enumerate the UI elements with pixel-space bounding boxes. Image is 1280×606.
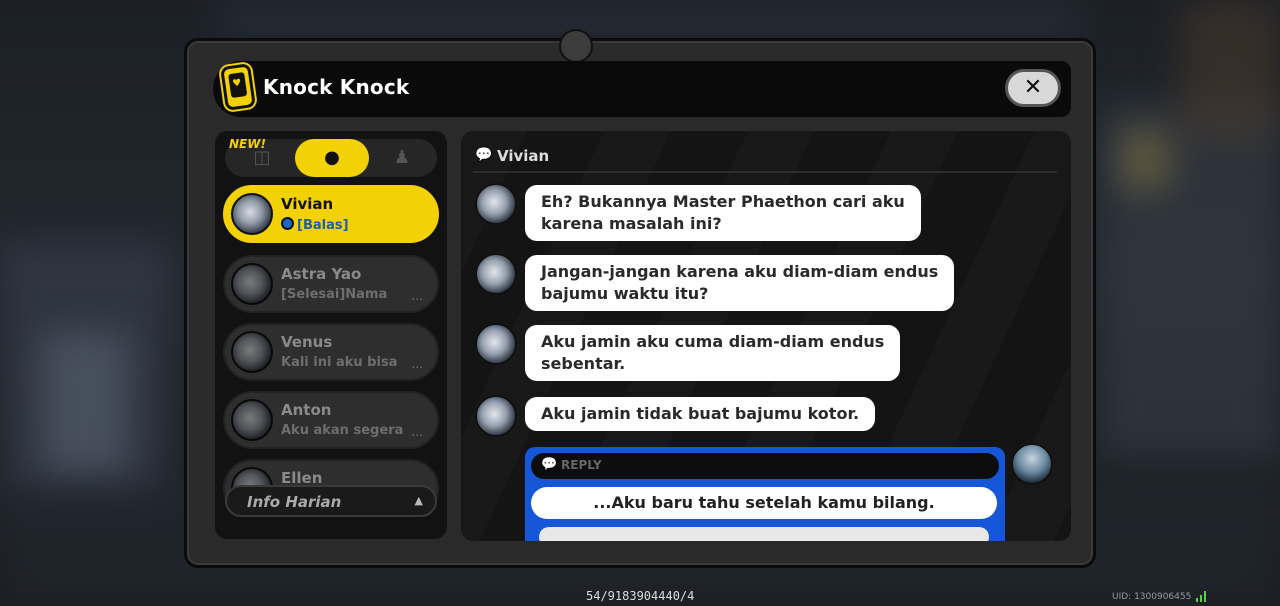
avatar (475, 183, 517, 225)
knock-knock-window: ♥ Knock Knock ✕ NEW! ◫ ● ♟ Vivian [Balas… (184, 29, 1096, 568)
tab-group[interactable]: ♟ (367, 139, 437, 177)
chat-contact-name: Vivian (497, 147, 550, 165)
ellipsis: ... (411, 289, 423, 303)
avatar (475, 323, 517, 365)
daily-info-label: Info Harian (247, 493, 342, 511)
reply-option[interactable]: ...Aku baru tahu setelah kamu bilang. (531, 487, 997, 519)
contact-name: Anton (281, 401, 332, 419)
avatar (231, 193, 273, 235)
player-avatar (1011, 443, 1053, 485)
contact-preview: [Balas] (281, 217, 427, 233)
phone-icon: ♥ (220, 63, 256, 111)
contact-item-anton[interactable]: Anton Aku akan segera ... (223, 391, 439, 449)
contact-panel: NEW! ◫ ● ♟ Vivian [Balas] Astra Yao [Sel… (215, 131, 447, 539)
avatar (475, 395, 517, 437)
ellipsis: ... (411, 357, 423, 371)
avatar (231, 399, 273, 441)
tab-individual[interactable]: ● (295, 139, 369, 177)
avatar (475, 253, 517, 295)
x-icon: ✕ (1023, 75, 1043, 100)
message-bubble: Aku jamin aku cuma diam-diam endus sebent… (525, 325, 901, 381)
daily-info-button[interactable]: Info Harian ▲ (225, 485, 437, 517)
speech-bubble-icon: 💬 (475, 147, 493, 163)
reply-label: REPLY (561, 458, 602, 472)
title-bar: ♥ Knock Knock ✕ (213, 61, 1071, 117)
session-code: 54/9183904440/4 (586, 589, 695, 603)
close-button[interactable]: ✕ (1005, 69, 1061, 107)
reply-option-partial[interactable] (539, 527, 989, 541)
contact-preview: Kali ini aku bisa (281, 355, 398, 370)
new-badge: NEW! (229, 137, 266, 151)
uid-label: UID: 1300906455 (1112, 592, 1192, 602)
contact-preview: Aku akan segera (281, 423, 404, 438)
triangle-up-icon: ▲ (414, 494, 423, 507)
message-bubble: Eh? Bukannya Master Phaethon cari aku kar… (525, 185, 921, 241)
chat-panel: 💬 Vivian Eh? Bukannya Master Phaethon ca… (461, 131, 1071, 541)
ellipsis: ... (411, 425, 423, 439)
group-icon: ♟ (393, 147, 411, 168)
window-knob (559, 29, 593, 63)
contact-item-vivian[interactable]: Vivian [Balas] (223, 185, 439, 243)
contact-name: Vivian (281, 195, 334, 213)
message-bubble: Jangan-jangan karena aku diam-diam endus… (525, 255, 955, 311)
speech-bubble-icon: 💬 (541, 457, 558, 472)
chat-header: 💬 Vivian (473, 145, 1057, 173)
contact-tabs: NEW! ◫ ● ♟ (225, 137, 437, 177)
message-bubble: Aku jamin tidak buat bajumu kotor. (525, 397, 876, 431)
person-icon: ● (324, 147, 340, 168)
reply-header: 💬 REPLY (531, 453, 999, 479)
avatar (231, 263, 273, 305)
window-title: Knock Knock (263, 75, 410, 99)
signal-icon (1196, 591, 1210, 602)
reply-card: 💬 REPLY ...Aku baru tahu setelah kamu bi… (525, 447, 1005, 541)
contact-item-astra-yao[interactable]: Astra Yao [Selesai]Nama ... (223, 255, 439, 313)
contact-item-venus[interactable]: Venus Kali ini aku bisa ... (223, 323, 439, 381)
avatar (231, 331, 273, 373)
contact-name: Astra Yao (281, 265, 362, 283)
contact-preview: [Selesai]Nama (281, 287, 388, 302)
contact-name: Venus (281, 333, 333, 351)
reply-indicator-icon (281, 217, 294, 230)
